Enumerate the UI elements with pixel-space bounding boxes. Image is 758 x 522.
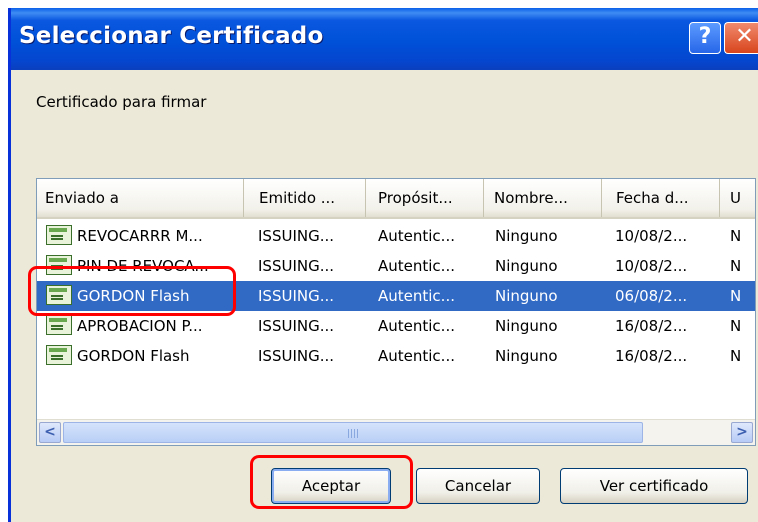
cell-u: N bbox=[730, 347, 742, 365]
title-bar[interactable]: Seleccionar Certificado ? ✕ bbox=[11, 8, 758, 70]
accept-button[interactable]: Aceptar bbox=[271, 468, 391, 504]
cell-u: N bbox=[730, 227, 742, 245]
column-header-purpose[interactable]: Propósit... bbox=[366, 179, 484, 217]
cell-purpose: Autentic... bbox=[378, 287, 455, 305]
scroll-left-icon[interactable]: < bbox=[39, 422, 61, 443]
cell-sent-to: GORDON Flash bbox=[77, 287, 190, 305]
cell-purpose: Autentic... bbox=[378, 347, 455, 365]
cell-sent-to: APROBACION P... bbox=[77, 317, 203, 335]
cell-issued-by: ISSUING... bbox=[258, 227, 335, 245]
window-title: Seleccionar Certificado bbox=[19, 23, 324, 49]
certificate-icon bbox=[46, 225, 72, 245]
cell-name: Ninguno bbox=[495, 317, 558, 335]
column-header-issued-by[interactable]: Emitido ... bbox=[244, 179, 366, 217]
cell-issued-by: ISSUING... bbox=[258, 317, 335, 335]
cell-name: Ninguno bbox=[495, 287, 558, 305]
certificate-icon bbox=[46, 315, 72, 335]
cell-issued-by: ISSUING... bbox=[258, 287, 335, 305]
cell-sent-to: GORDON Flash bbox=[77, 347, 190, 365]
column-header-sent-to[interactable]: Enviado a bbox=[37, 179, 244, 217]
table-row[interactable]: APROBACION P... ISSUING... Autentic... N… bbox=[37, 311, 755, 341]
cancel-button[interactable]: Cancelar bbox=[416, 468, 540, 504]
cell-purpose: Autentic... bbox=[378, 257, 455, 275]
column-header-date[interactable]: Fecha d... bbox=[602, 179, 720, 217]
list-header: Enviado a Emitido ... Propósit... Nombre… bbox=[37, 179, 755, 219]
cell-name: Ninguno bbox=[495, 227, 558, 245]
cell-sent-to: PIN DE REVOCA... bbox=[77, 257, 209, 275]
scroll-right-icon[interactable]: > bbox=[731, 422, 753, 443]
cell-date: 06/08/2... bbox=[615, 287, 688, 305]
cell-issued-by: ISSUING... bbox=[258, 347, 335, 365]
certificate-icon bbox=[46, 285, 72, 305]
column-header-name[interactable]: Nombre... bbox=[484, 179, 602, 217]
certificate-list[interactable]: Enviado a Emitido ... Propósit... Nombre… bbox=[36, 178, 756, 446]
scrollbar-thumb[interactable] bbox=[63, 422, 643, 443]
cell-name: Ninguno bbox=[495, 347, 558, 365]
table-row[interactable]: REVOCARRR M... ISSUING... Autentic... Ni… bbox=[37, 221, 755, 251]
cell-u: N bbox=[730, 257, 742, 275]
prompt-label: Certificado para firmar bbox=[36, 93, 207, 111]
grip-icon bbox=[348, 429, 358, 438]
cell-date: 10/08/2... bbox=[615, 257, 688, 275]
horizontal-scrollbar[interactable]: < > bbox=[37, 419, 755, 445]
cell-purpose: Autentic... bbox=[378, 317, 455, 335]
cell-purpose: Autentic... bbox=[378, 227, 455, 245]
cell-u: N bbox=[730, 317, 742, 335]
column-header-u[interactable]: U bbox=[720, 179, 755, 217]
cell-issued-by: ISSUING... bbox=[258, 257, 335, 275]
cell-date: 16/08/2... bbox=[615, 317, 688, 335]
view-certificate-button[interactable]: Ver certificado bbox=[560, 468, 748, 504]
table-row-selected[interactable]: GORDON Flash ISSUING... Autentic... Ning… bbox=[37, 281, 755, 311]
cell-date: 16/08/2... bbox=[615, 347, 688, 365]
help-icon[interactable]: ? bbox=[689, 22, 721, 54]
certificate-icon bbox=[46, 255, 72, 275]
cell-sent-to: REVOCARRR M... bbox=[77, 227, 203, 245]
select-certificate-dialog: Seleccionar Certificado ? ✕ Certificado … bbox=[8, 8, 758, 522]
certificate-icon bbox=[46, 345, 72, 365]
cell-date: 10/08/2... bbox=[615, 227, 688, 245]
table-row[interactable]: GORDON Flash ISSUING... Autentic... Ning… bbox=[37, 341, 755, 371]
close-icon[interactable]: ✕ bbox=[724, 22, 758, 54]
cell-name: Ninguno bbox=[495, 257, 558, 275]
cell-u: N bbox=[730, 287, 742, 305]
table-row[interactable]: PIN DE REVOCA... ISSUING... Autentic... … bbox=[37, 251, 755, 281]
